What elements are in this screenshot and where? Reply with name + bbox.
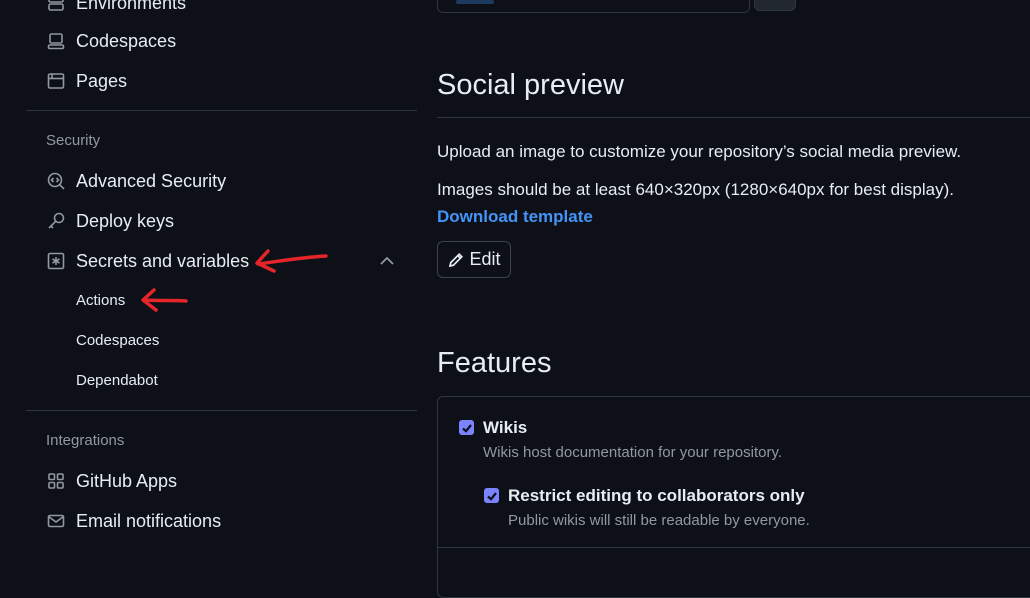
sidebar-item-label: Codespaces [76,30,177,51]
sidebar-item-label: Pages [76,70,128,91]
key-icon [46,211,66,231]
sidebar-item-environments[interactable]: Environments [46,0,186,18]
sidebar-item-github-apps[interactable]: GitHub Apps [46,466,177,496]
social-preview-heading: Social preview [437,69,624,101]
sidebar-item-codespaces[interactable]: Codespaces [46,26,176,56]
restrict-editing-description: Public wikis will still be readable by e… [508,512,810,529]
features-heading: Features [437,347,552,379]
sidebar-section-integrations: Integrations [46,432,125,449]
sidebar-subitem-actions[interactable]: Actions [76,292,125,309]
codespaces-icon [46,31,66,51]
features-divider [438,547,1030,548]
sidebar-item-label: Environments [76,0,187,13]
asterisk-icon [46,251,66,271]
edit-button[interactable]: Edit [437,241,511,278]
sidebar-subitem-codespaces[interactable]: Codespaces [76,332,159,349]
sidebar-item-label: Advanced Security [76,170,227,191]
sidebar-divider [26,110,417,111]
social-preview-description: Upload an image to customize your reposi… [437,142,962,161]
restrict-editing-checkbox[interactable] [484,488,499,503]
check-icon [461,423,472,433]
sidebar-item-pages[interactable]: Pages [46,66,127,96]
input-chip [456,0,494,4]
sidebar-item-email-notifications[interactable]: Email notifications [46,506,221,536]
wikis-description: Wikis host documentation for your reposi… [483,444,783,461]
pencil-icon [449,252,464,267]
mail-icon [46,511,66,531]
settings-sidebar: Environments Codespaces Pages Security A… [0,0,430,566]
chevron-up-icon[interactable] [378,254,396,268]
section-divider [437,117,1030,118]
download-template-link[interactable]: Download template [437,207,593,227]
text-input[interactable] [437,0,750,13]
check-icon [486,491,497,501]
server-icon [46,0,66,13]
sidebar-item-advanced-security[interactable]: Advanced Security [46,166,226,196]
sidebar-item-label: Secrets and variables [76,250,250,271]
restrict-editing-label: Restrict editing to collaborators only [508,486,805,505]
browser-icon [46,71,66,91]
wikis-label: Wikis [483,418,528,437]
edit-button-label: Edit [469,249,501,269]
wikis-checkbox[interactable] [459,420,474,435]
features-box: Wikis Wikis host documentation for your … [437,396,1030,598]
input-action-button[interactable] [754,0,796,11]
sidebar-subitem-dependabot[interactable]: Dependabot [76,372,158,389]
apps-icon [46,471,66,491]
sidebar-item-label: GitHub Apps [76,470,178,491]
sidebar-divider [26,410,417,411]
sidebar-item-deploy-keys[interactable]: Deploy keys [46,206,174,236]
codescan-icon [46,171,66,191]
sidebar-item-label: Email notifications [76,510,222,531]
image-size-note: Images should be at least 640×320px (128… [437,180,954,199]
sidebar-item-label: Deploy keys [76,210,175,231]
sidebar-section-security: Security [46,132,101,149]
settings-main: Social preview Upload an image to custom… [437,0,1030,598]
sidebar-item-secrets-and-variables[interactable]: Secrets and variables [46,246,249,276]
